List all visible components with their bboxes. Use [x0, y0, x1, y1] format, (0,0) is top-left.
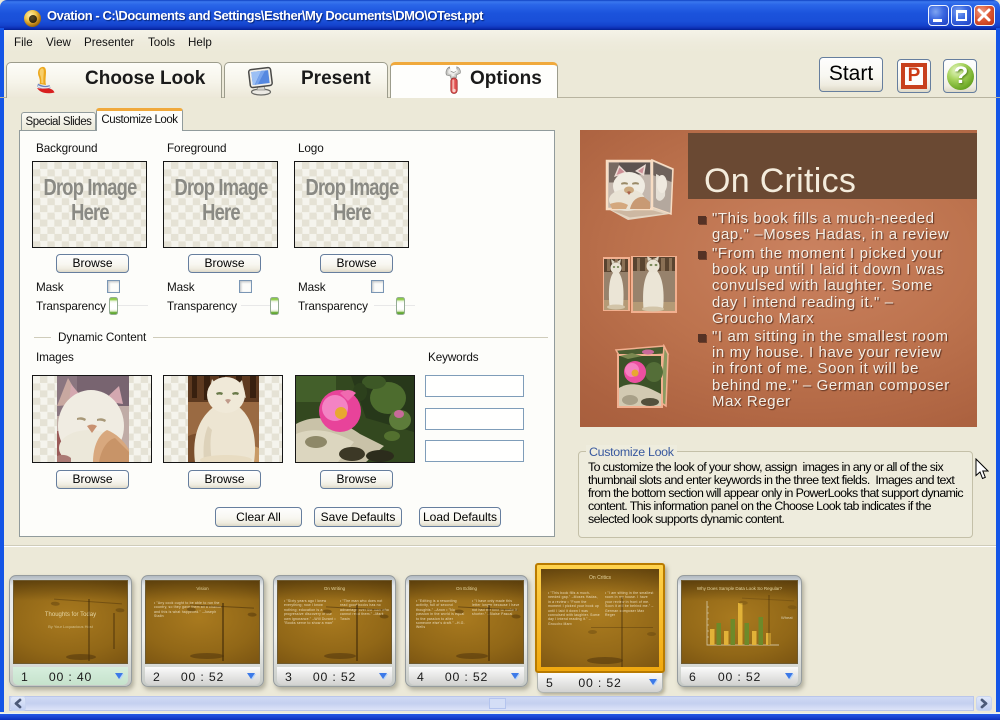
- svg-text:Wheat: Wheat: [781, 615, 793, 620]
